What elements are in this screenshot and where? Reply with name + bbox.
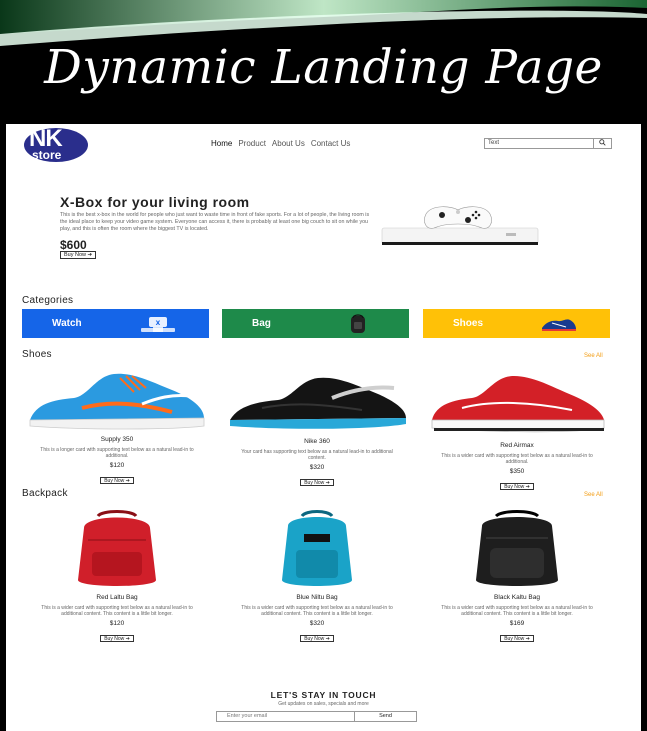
product-description: Your card has supporting text below as a… [241,449,393,461]
product-description: This is a wider card with supporting tex… [441,605,593,617]
hero-title: X-Box for your living room [60,194,250,210]
bag-icon [351,314,365,333]
bag-image-blue-niltu [282,510,352,586]
shoe-image-red-airmax [431,376,605,433]
category-bag-label: Bag [252,318,271,329]
logo-sub: store [32,148,62,162]
title-banner: Dynamic Landing Page [0,0,647,128]
svg-text:X: X [156,320,161,327]
product-card-shoe-2: Nike 360 Your card has supporting text b… [222,366,412,489]
product-card-bag-2: Blue Niltu Bag This is a wider card with… [222,510,412,645]
product-name: Supply 350 [100,436,134,443]
shoe-image-nike-360 [230,377,406,429]
buy-now-button[interactable]: Buy Now ➔ [300,635,334,642]
product-price: $120 [109,462,125,469]
search-button[interactable] [593,139,611,148]
newsletter-title: LET'S STAY IN TOUCH [270,690,377,700]
product-card-shoe-1: Supply 350 This is a longer card with su… [22,364,212,487]
category-watch[interactable]: Watch X [22,309,209,338]
buy-now-button[interactable]: Buy Now ➔ [100,477,134,484]
product-price: $320 [309,620,325,627]
nav-product[interactable]: Product [238,139,266,148]
nav-home[interactable]: Home [211,139,232,148]
nav-about[interactable]: About Us [272,139,305,148]
search-box: Text [484,138,612,149]
main-nav: Home Product About Us Contact Us [211,139,350,148]
product-description: This is a wider card with supporting tex… [441,453,593,465]
product-description: This is a longer card with supporting te… [40,447,194,459]
buy-now-button[interactable]: Buy Now ➔ [100,635,134,642]
buy-now-button[interactable]: Buy Now ➔ [500,483,534,490]
bag-image-black-kaltu [476,510,558,586]
category-shoes-label: Shoes [453,318,484,329]
product-name: Black Kaltu Bag [494,594,540,601]
shoes-see-all-link[interactable]: See All [584,353,603,359]
search-input[interactable]: Text [485,139,593,148]
product-name: Red Airmax [500,442,534,449]
shoe-icon [542,319,576,331]
shoes-title: Shoes [22,349,52,360]
newsletter-form: Enter your email Send [216,711,417,722]
search-icon [599,139,606,146]
product-description: This is a wider card with supporting tex… [241,605,393,617]
hero-buy-button[interactable]: Buy Now ➔ [60,251,97,259]
product-price: $350 [509,468,525,475]
xbox-console-image [381,206,539,245]
hero-description: This is the best x-box in the world for … [60,212,370,232]
categories-title: Categories [22,295,74,306]
landing-page: NK store Home Product About Us Contact U… [6,124,641,731]
banner-title: Dynamic Landing Page [44,40,603,95]
category-watch-label: Watch [52,318,82,329]
product-price: $120 [109,620,125,627]
product-price: $320 [309,464,325,471]
email-field[interactable]: Enter your email [217,712,354,721]
store-logo[interactable]: NK store [24,125,88,162]
product-name: Nike 360 [304,438,330,445]
newsletter-subtitle: Get updates on sales, specials and more [278,701,369,707]
buy-now-button[interactable]: Buy Now ➔ [300,479,334,486]
product-description: This is a wider card with supporting tex… [41,605,193,617]
shoe-image-supply-350 [29,373,205,430]
send-button[interactable]: Send [354,712,416,721]
product-card-bag-3: Black Kaltu Bag This is a wider card wit… [422,510,612,645]
product-card-shoe-3: Red Airmax This is a wider card with sup… [422,370,612,493]
product-price: $169 [509,620,525,627]
product-name: Blue Niltu Bag [296,594,338,601]
backpack-see-all-link[interactable]: See All [584,492,603,498]
product-name: Red Laltu Bag [96,594,138,601]
nav-contact[interactable]: Contact Us [311,139,351,148]
bag-image-red-laltu [78,510,156,586]
category-bag[interactable]: Bag [222,309,409,338]
buy-now-button[interactable]: Buy Now ➔ [500,635,534,642]
backpack-title: Backpack [22,488,68,499]
product-card-bag-1: Red Laltu Bag This is a wider card with … [22,510,212,645]
hero-price: $600 [60,238,87,252]
watch-icon: X [141,317,175,332]
category-shoes[interactable]: Shoes [423,309,610,338]
